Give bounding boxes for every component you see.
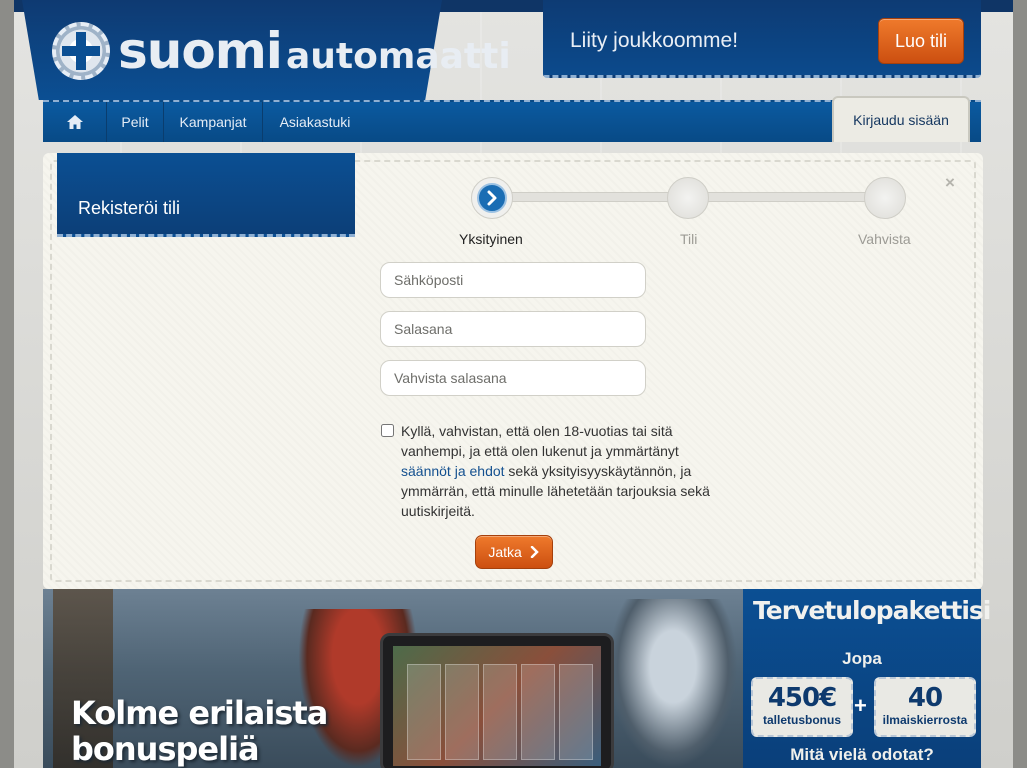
free-spins-value: 40 [907,683,943,713]
join-text: Liity joukkoomme! [570,29,739,52]
promo-heading: Tervetulopakettisi [753,596,991,625]
logo-word-automaatti: automaatti [285,36,511,77]
slot-game-screen [393,646,601,766]
chevron-right-icon [530,545,539,559]
nav-item-asiakastuki[interactable]: Asiakastuki [263,102,367,142]
confirm-password-field[interactable] [380,360,646,396]
step-connector-2 [705,192,867,202]
step-2-indicator [667,177,709,219]
hero-banner[interactable]: Kolme erilaista bonuspeliä [43,589,743,768]
step-label-tili: Tili [680,231,698,247]
nav-item-pelit[interactable]: Pelit [107,102,164,142]
create-account-button[interactable]: Luo tili [878,18,964,64]
password-field[interactable] [380,311,646,347]
hero-line-1: Kolme erilaista [71,694,328,732]
terms-checkbox[interactable] [381,424,394,437]
close-icon[interactable]: × [945,173,955,193]
laptop-image [380,633,614,768]
home-icon [66,115,83,129]
login-tab[interactable]: Kirjaudu sisään [832,96,970,142]
step-3-indicator [864,177,906,219]
promo-intro: Jopa [842,649,882,668]
step-1-indicator [471,177,513,219]
logo-word-suomi: suomi [118,22,283,80]
right-edge [1013,0,1027,768]
terms-block: Kyllä, vahvistan, että olen 18-vuotias t… [381,421,721,521]
logo-chip-icon[interactable] [52,22,110,80]
terms-text-before: Kyllä, vahvistan, että olen 18-vuotias t… [401,423,679,459]
register-title: Rekisteröi tili [78,198,181,218]
deposit-bonus-box: 450€ talletusbonus [751,677,853,737]
step-label-yksityinen: Yksityinen [459,231,523,247]
terms-link[interactable]: säännöt ja ehdot [401,463,505,479]
deposit-bonus-label: talletusbonus [762,713,841,727]
welcome-promo[interactable]: Tervetulopakettisi Jopa 450€ talletusbon… [743,589,991,768]
join-banner: Liity joukkoomme! Luo tili [543,0,981,78]
free-spins-label: ilmaiskierrosta [882,713,968,727]
hero-headline: Kolme erilaista bonuspeliä [71,694,328,768]
promo-call-to-action: Mitä vielä odotat? [790,745,934,764]
nav-home[interactable] [43,102,107,142]
register-tab: Rekisteröi tili [57,153,355,237]
continue-button[interactable]: Jatka [475,535,553,569]
deposit-bonus-value: 450€ [767,683,837,713]
register-modal: Rekisteröi tili × Yksityinen Tili Vahvis… [43,153,983,589]
free-spins-box: 40 ilmaiskierrosta [874,677,976,737]
terms-text: Kyllä, vahvistan, että olen 18-vuotias t… [401,421,721,521]
step-label-vahvista: Vahvista [858,231,911,247]
hero-line-2: bonuspeliä [71,730,260,768]
email-field[interactable] [380,262,646,298]
chevron-right-icon [487,190,497,206]
step-connector-1 [507,192,669,202]
logo[interactable]: suomi automaatti [118,22,511,80]
nav-item-kampanjat[interactable]: Kampanjat [164,102,263,142]
viking-figure [608,599,738,768]
promo-plus: + [854,693,867,718]
continue-label: Jatka [488,544,522,560]
left-edge [0,0,14,768]
